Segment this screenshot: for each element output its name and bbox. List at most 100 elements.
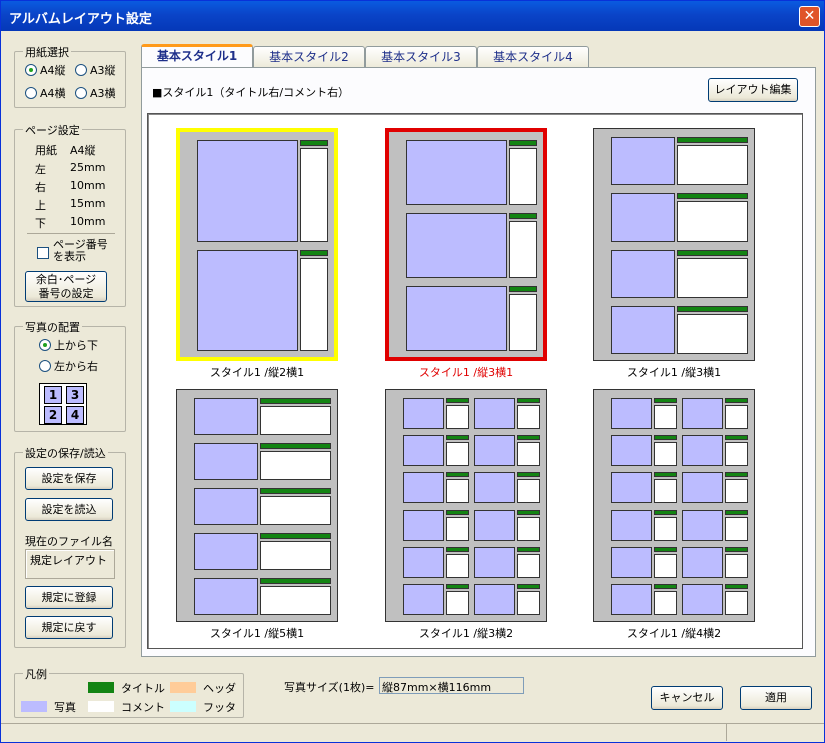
dialog-window: アルバムレイアウト設定 ✕ 用紙選択 A4縦 A3縦 A4横 A3横 ページ設定… xyxy=(0,0,825,743)
comment-slot xyxy=(653,553,677,578)
photo-slot xyxy=(611,398,652,430)
paper-selection-legend: 用紙選択 xyxy=(23,44,71,60)
title-slot xyxy=(445,583,469,589)
save-settings-button[interactable]: 設定を保存 xyxy=(25,467,113,490)
register-default-button[interactable]: 規定に登録 xyxy=(25,586,113,609)
setting-label: 下 xyxy=(35,217,46,230)
title-slot xyxy=(299,140,328,146)
comment-slot xyxy=(299,257,328,351)
title-slot xyxy=(677,249,748,256)
comment-slot xyxy=(445,479,469,504)
title-slot xyxy=(653,583,677,589)
title-slot xyxy=(653,509,677,515)
title-slot xyxy=(677,305,748,312)
photo-slot xyxy=(611,546,652,578)
order-left-to-right[interactable]: 左から右 xyxy=(39,358,98,374)
setting-label: 上 xyxy=(35,199,46,212)
radio-icon xyxy=(25,64,37,76)
photo-slot xyxy=(197,140,298,242)
photo-slot xyxy=(194,443,259,480)
title-slot xyxy=(299,249,328,256)
title-slot xyxy=(445,398,469,403)
save-load-group: 設定の保存/読込 設定を保存 設定を読込 現在のファイル名 規定レイアウト 規定… xyxy=(14,445,126,648)
photo-slot xyxy=(474,583,515,615)
photo-slot xyxy=(682,435,723,467)
apply-button[interactable]: 適用 xyxy=(740,686,812,710)
order-top-to-bottom[interactable]: 上から下 xyxy=(39,337,98,353)
layout-caption: スタイル1 /縦3横2 xyxy=(418,627,514,640)
photo-slot xyxy=(197,249,298,351)
comment-slot xyxy=(445,553,469,578)
style-heading: ■スタイル1（タイトル右/コメント右） xyxy=(152,86,350,99)
restore-default-button[interactable]: 規定に戻す xyxy=(25,616,113,639)
margin-settings-button[interactable]: 余白･ページ 番号の設定 xyxy=(25,271,107,302)
order-cell: 1 xyxy=(44,386,62,404)
photo-slot xyxy=(194,398,259,435)
paper-option-a4-portrait[interactable]: A4縦 xyxy=(25,62,66,78)
comment-slot xyxy=(445,516,469,541)
page-settings-group: ページ設定 用紙 A4縦 左 25mm 右 10mm 上 15mm 下 10mm… xyxy=(14,122,126,307)
radio-icon xyxy=(39,339,51,351)
cancel-button[interactable]: キャンセル xyxy=(651,686,723,710)
legend-label-photo: 写真 xyxy=(54,701,76,714)
title-slot xyxy=(260,398,331,404)
layout-thumbnail[interactable]: スタイル1 /縦4横2 xyxy=(593,389,755,640)
title-slot xyxy=(724,583,748,589)
title-slot xyxy=(653,546,677,552)
comment-slot xyxy=(724,590,748,615)
comment-slot xyxy=(516,442,540,467)
order-cell: 3 xyxy=(66,386,84,404)
show-page-number-checkbox[interactable] xyxy=(37,247,49,259)
status-bar-cell xyxy=(726,723,824,741)
comment-slot xyxy=(260,496,331,525)
paper-option-a3-portrait[interactable]: A3縦 xyxy=(75,62,116,78)
paper-option-a4-landscape[interactable]: A4横 xyxy=(25,85,66,101)
comment-slot xyxy=(516,553,540,578)
order-grid: 1 3 2 4 xyxy=(39,383,87,425)
title-slot xyxy=(508,213,537,219)
title-slot xyxy=(724,509,748,515)
photo-slot xyxy=(406,286,507,351)
comment-slot xyxy=(724,479,748,504)
layout-page xyxy=(176,128,338,361)
photo-slot xyxy=(611,193,676,242)
paper-option-a3-landscape[interactable]: A3横 xyxy=(75,85,116,101)
layout-caption: スタイル1 /縦4横2 xyxy=(626,627,722,640)
tab-basic-style-4[interactable]: 基本スタイル4 xyxy=(477,46,589,68)
layout-page xyxy=(593,389,755,622)
tab-basic-style-3[interactable]: 基本スタイル3 xyxy=(365,46,477,68)
photo-slot xyxy=(194,488,259,525)
title-slot xyxy=(516,546,540,552)
layout-caption: スタイル1 /縦3横1 xyxy=(418,366,514,379)
close-icon: ✕ xyxy=(803,8,816,24)
layout-thumbnail[interactable]: スタイル1 /縦2横1 xyxy=(176,128,338,379)
photo-slot xyxy=(403,583,444,615)
comment-slot xyxy=(260,541,331,570)
photo-slot xyxy=(474,398,515,430)
layout-preview-area: スタイル1 /縦2横1 スタイル1 /縦3横1 スタイル1 /縦3横1 スタイル1 /… xyxy=(147,113,803,649)
title-slot xyxy=(724,472,748,478)
layout-edit-button[interactable]: レイアウト編集 xyxy=(708,78,798,102)
comment-slot xyxy=(445,442,469,467)
close-button[interactable]: ✕ xyxy=(799,6,820,27)
load-settings-button[interactable]: 設定を読込 xyxy=(25,498,113,521)
comment-slot xyxy=(653,442,677,467)
page-settings-legend: ページ設定 xyxy=(23,122,82,138)
title-slot xyxy=(516,583,540,589)
radio-icon xyxy=(75,64,87,76)
layout-thumbnail[interactable]: スタイル1 /縦3横2 xyxy=(385,389,547,640)
tab-basic-style-1[interactable]: 基本スタイル1 xyxy=(141,44,253,68)
tab-basic-style-2[interactable]: 基本スタイル2 xyxy=(253,46,365,68)
layout-thumbnail[interactable]: スタイル1 /縦3横1 xyxy=(593,128,755,379)
status-bar xyxy=(1,723,726,741)
setting-label: 用紙 xyxy=(35,144,57,157)
layout-thumbnail[interactable]: スタイル1 /縦3横1 xyxy=(385,128,547,379)
photo-slot xyxy=(403,509,444,541)
photo-slot xyxy=(474,509,515,541)
photo-slot xyxy=(474,546,515,578)
comment-slot xyxy=(516,590,540,615)
comment-slot xyxy=(508,221,537,278)
title-slot xyxy=(653,472,677,478)
layout-thumbnail[interactable]: スタイル1 /縦5横1 xyxy=(176,389,338,640)
setting-label: 右 xyxy=(35,181,46,194)
